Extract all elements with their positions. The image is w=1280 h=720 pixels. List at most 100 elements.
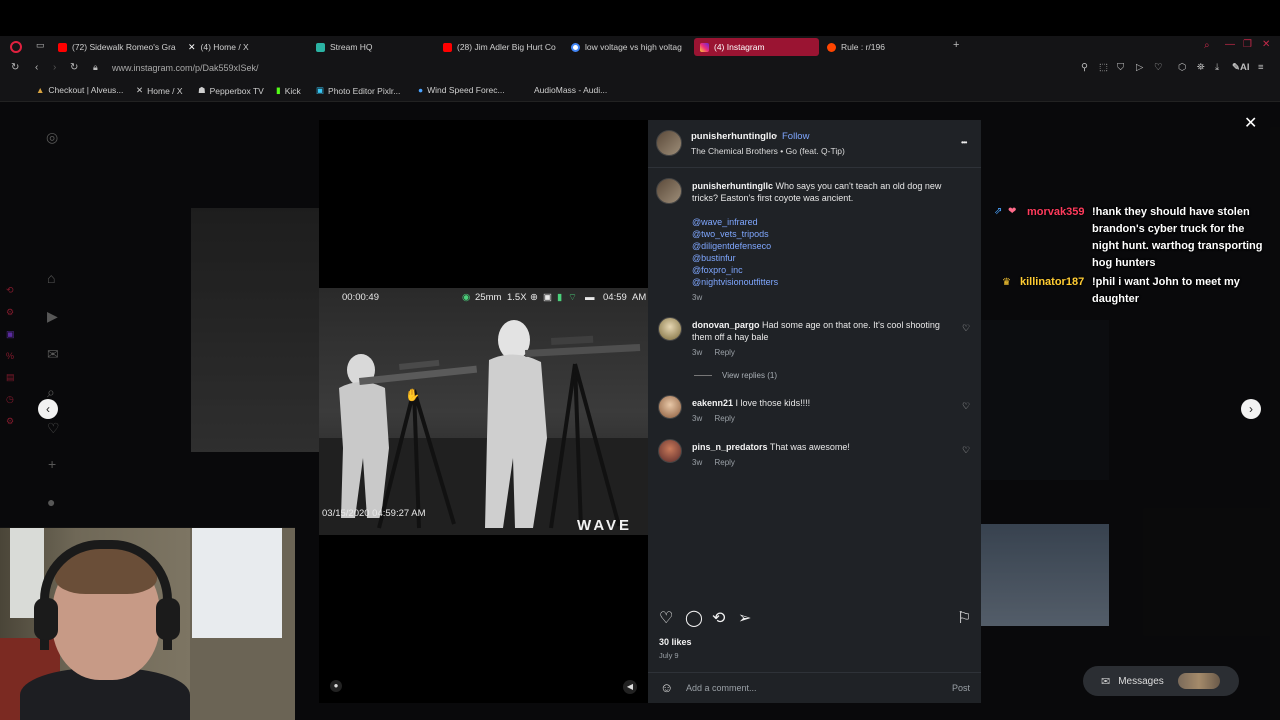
- mention-link[interactable]: @two_vets_tripods: [692, 228, 954, 240]
- bookmark-wind-speed[interactable]: ● Wind Speed Forec...: [418, 85, 505, 95]
- follow-button[interactable]: Follow: [782, 131, 809, 142]
- mention-link[interactable]: @diligentdefenseco: [692, 240, 954, 252]
- forward-icon[interactable]: ›: [53, 62, 56, 73]
- comment-username[interactable]: eakenn21: [692, 398, 733, 408]
- ai-icon[interactable]: ✎AI: [1232, 62, 1249, 73]
- author-avatar[interactable]: [656, 178, 682, 204]
- tagged-users-icon[interactable]: ●: [330, 680, 342, 692]
- minimize-icon[interactable]: —: [1225, 39, 1235, 50]
- reload-page-icon[interactable]: ↻: [70, 62, 78, 73]
- heart-icon[interactable]: ♡: [1154, 62, 1163, 73]
- pin-icon[interactable]: ⚲: [1081, 62, 1088, 73]
- emoji-icon[interactable]: ☺: [660, 680, 673, 695]
- google-icon: [571, 42, 580, 52]
- stream-icon: [316, 42, 325, 52]
- search-tabs-icon[interactable]: ⌕: [1204, 40, 1210, 51]
- kick-icon: ▮: [276, 85, 281, 95]
- clock-readout: 04:59: [603, 292, 627, 303]
- audio-track[interactable]: The Chemical Brothers • Go (feat. Q-Tip): [691, 146, 845, 156]
- bookmark-pixlr[interactable]: ▣ Photo Editor Pixlr...: [316, 85, 400, 96]
- tab-instagram[interactable]: (4) Instagram: [694, 38, 819, 56]
- zoom-readout: 1.5X: [507, 292, 527, 303]
- reply-button[interactable]: Reply: [714, 414, 734, 423]
- close-window-icon[interactable]: ✕: [1262, 39, 1270, 50]
- comment-username[interactable]: donovan_pargo: [692, 320, 760, 330]
- commenter-avatar[interactable]: [658, 395, 682, 419]
- like-icon[interactable]: ♡: [659, 608, 673, 628]
- like-comment-icon[interactable]: ♡: [962, 445, 970, 456]
- gps-icon: ⊕: [530, 292, 538, 303]
- like-comment-icon[interactable]: ♡: [962, 401, 970, 412]
- messages-button[interactable]: ✉ Messages: [1083, 666, 1239, 696]
- share-icon[interactable]: ➢: [738, 608, 751, 628]
- reply-button[interactable]: Reply: [714, 458, 734, 467]
- download-icon[interactable]: ⤓: [1215, 62, 1219, 73]
- mention-link[interactable]: @foxpro_inc: [692, 264, 954, 276]
- youtube-icon: [443, 42, 452, 52]
- more-options-icon[interactable]: •••: [961, 138, 967, 147]
- author-username[interactable]: punisherhuntingllc: [691, 131, 777, 142]
- repost-icon[interactable]: ⟲: [712, 608, 725, 628]
- mention-link[interactable]: @wave_infrared: [692, 216, 954, 228]
- chat-username: morvak359: [1027, 206, 1085, 218]
- post-detail-panel: punisherhuntingllc • Follow The Chemical…: [648, 120, 981, 703]
- view-replies-button[interactable]: View replies (1): [694, 371, 777, 380]
- commenter-avatar[interactable]: [658, 439, 682, 463]
- next-post-button[interactable]: ›: [1241, 399, 1261, 419]
- headset-ear: [34, 598, 58, 640]
- bookmark-checkout[interactable]: ▲ Checkout | Alveus...: [36, 85, 123, 95]
- comment-meta: 3w Reply: [692, 414, 745, 423]
- tab-youtube-sidewalk[interactable]: (72) Sidewalk Romeo's Gra: [52, 38, 180, 56]
- extensions-icon[interactable]: ⬡: [1178, 62, 1186, 73]
- chat-message: !hank they should have stolen brandon's …: [1092, 206, 1263, 269]
- mute-icon[interactable]: ◀: [623, 680, 637, 694]
- post-comment-button[interactable]: Post: [952, 683, 970, 693]
- url-input[interactable]: www.instagram.com/p/Dak559xISek/: [112, 63, 259, 73]
- bookmark-audiomass[interactable]: AudioMass - Audi...: [534, 85, 607, 95]
- play-icon[interactable]: ▷: [1136, 62, 1143, 73]
- tab-youtube-jim-adler[interactable]: (28) Jim Adler Big Hurt Co: [437, 38, 565, 56]
- comment-icon[interactable]: ◯: [685, 608, 703, 628]
- tab-google-voltage[interactable]: low voltage vs high voltag: [565, 38, 693, 56]
- tab-label: (28) Jim Adler Big Hurt Co: [457, 42, 556, 52]
- bookmark-icon: ☗: [198, 85, 206, 95]
- save-icon[interactable]: ⚐: [957, 608, 971, 628]
- menu-icon[interactable]: ≡: [1258, 62, 1264, 73]
- likes-count[interactable]: 30 likes: [659, 637, 692, 647]
- bookmark-home-x[interactable]: ✕ Home / X: [136, 85, 183, 96]
- caption-username[interactable]: punisherhuntingllc: [692, 181, 773, 191]
- action-bar: ♡ ◯ ⟲ ➢ ⚐ 30 likes July 9: [648, 606, 981, 666]
- mention-link[interactable]: @bustinfur: [692, 252, 954, 264]
- snapshot-icon[interactable]: ⬚: [1099, 62, 1108, 73]
- bookmark-kick[interactable]: ▮ Kick: [276, 85, 301, 96]
- profile-icon[interactable]: ⛯: [1197, 62, 1205, 73]
- maximize-icon[interactable]: ❐: [1243, 39, 1252, 50]
- shield-icon[interactable]: ⛉: [1117, 62, 1124, 73]
- commenter-avatar[interactable]: [658, 317, 682, 341]
- author-avatar[interactable]: [656, 130, 682, 156]
- comment-input[interactable]: Add a comment...: [686, 683, 757, 693]
- mention-link[interactable]: @nightvisionoutfitters: [692, 276, 954, 288]
- tab-stream-hq[interactable]: Stream HQ: [310, 38, 438, 56]
- tab-reddit[interactable]: Rule : r/196: [821, 38, 949, 56]
- reply-button[interactable]: Reply: [714, 348, 734, 357]
- x-icon: ✕: [136, 85, 144, 95]
- back-icon[interactable]: ‹: [35, 62, 38, 73]
- new-tab-button[interactable]: +: [953, 39, 959, 51]
- bookmark-pepperbox[interactable]: ☗ Pepperbox TV: [198, 85, 264, 96]
- tab-label: Rule : r/196: [841, 42, 885, 52]
- comment-username[interactable]: pins_n_predators: [692, 442, 768, 452]
- tab-x-home[interactable]: ✕ (4) Home / X: [182, 38, 310, 56]
- opera-logo-icon[interactable]: [10, 41, 22, 53]
- thermal-video-frame[interactable]: 00:00:49 ◉ 25mm 1.5X ⊕ ▣ ▮ ⌔ ▬ 04:59 AM …: [319, 288, 648, 535]
- close-modal-button[interactable]: ✕: [1244, 113, 1257, 133]
- instagram-icon: [700, 42, 709, 52]
- messages-avatars: [1177, 673, 1220, 689]
- like-comment-icon[interactable]: ♡: [962, 323, 970, 334]
- reload-icon[interactable]: ↻: [11, 62, 19, 73]
- chat-message: !phil i want John to meet my daughter: [1092, 276, 1240, 305]
- comment: eakenn21 I love those kids!!!!: [692, 397, 954, 409]
- prev-post-button[interactable]: ‹: [38, 399, 58, 419]
- tab-overview-icon[interactable]: ▭: [36, 40, 45, 51]
- chat-badge-icon: ❤: [1008, 206, 1017, 217]
